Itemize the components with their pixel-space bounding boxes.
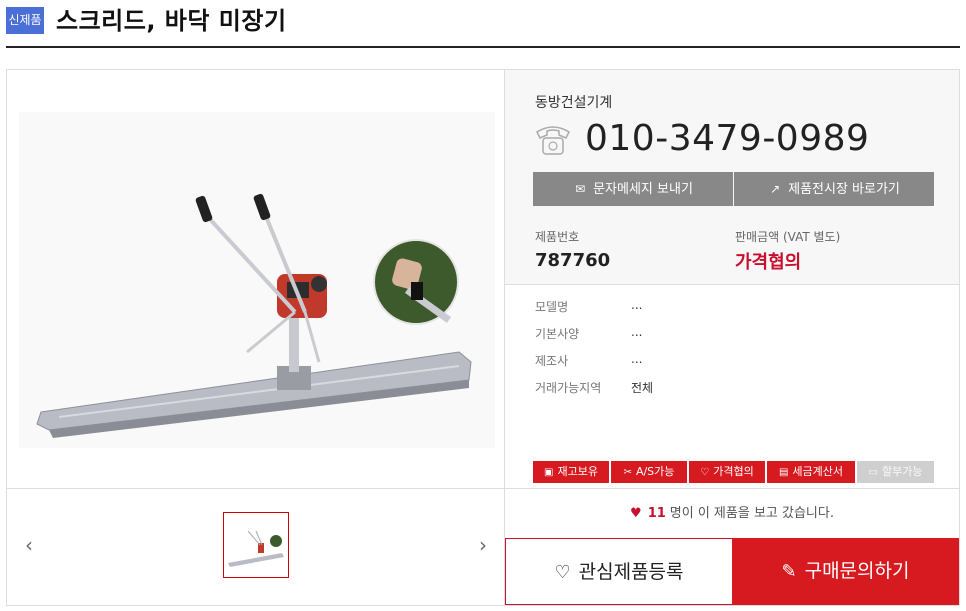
product-number: 787760: [535, 250, 611, 271]
tag-label: 할부가능: [881, 465, 923, 478]
product-info-pane: 동방건설기계 010-3479-0989 ✉ 문자메세지 보내기 ↗ 제품전시장 바…: [505, 70, 959, 605]
tag-label: 가격협의: [713, 465, 754, 478]
chevron-right-icon[interactable]: ›: [471, 533, 495, 557]
external-link-icon: ↗: [770, 182, 781, 196]
spec-row-region: 거래가능지역 전체: [535, 379, 935, 406]
spec-row-basic: 기본사양 ...: [535, 325, 935, 352]
send-sms-label: 문자메세지 보내기: [593, 182, 693, 197]
title-bar: 신제품 스크리드, 바닥 미장기: [6, 0, 960, 48]
seller-info: 동방건설기계 010-3479-0989 ✉ 문자메세지 보내기 ↗ 제품전시장 바…: [505, 70, 959, 285]
spec-value: ...: [631, 352, 643, 366]
edit-icon: ✎: [781, 561, 797, 582]
showroom-link-button[interactable]: ↗ 제품전시장 바로가기: [734, 172, 934, 206]
handshake-icon: ♡: [700, 467, 710, 478]
spec-label: 기본사양: [535, 327, 580, 341]
spec-value: 전체: [631, 381, 654, 395]
tag-as-available: ✂ A/S가능: [611, 461, 687, 483]
card-icon: ▭: [868, 467, 878, 478]
tag-price-negotiable: ♡ 가격협의: [689, 461, 765, 483]
tag-label: A/S가능: [635, 465, 675, 478]
new-product-badge: 신제품: [6, 7, 44, 34]
tag-tax-invoice: ▤ 세금계산서: [767, 461, 855, 483]
price-label: 판매금액 (VAT 별도): [735, 230, 841, 244]
tag-in-stock: ▣ 재고보유: [533, 461, 609, 483]
thumbnail-strip: ‹ ›: [7, 488, 505, 605]
view-count: ♥ 11 명이 이 제품을 보고 갔습니다.: [505, 488, 959, 538]
phone-number[interactable]: 010-3479-0989: [585, 118, 869, 159]
tag-label: 세금계산서: [792, 465, 844, 478]
spec-value: ...: [631, 325, 643, 339]
price-value: 가격협의: [735, 252, 802, 273]
product-number-label: 제품번호: [535, 230, 580, 244]
thumbnail-1[interactable]: [223, 512, 289, 578]
tag-installment: ▭ 할부가능: [857, 461, 934, 483]
spec-row-model: 모델명 ...: [535, 298, 935, 325]
screed-machine-illustration: [36, 193, 472, 438]
box-icon: ▣: [544, 467, 554, 478]
company-name: 동방건설기계: [535, 95, 613, 111]
add-to-wishlist-button[interactable]: ♡ 관심제품등록: [505, 538, 733, 605]
spec-label: 거래가능지역: [535, 381, 602, 395]
inquiry-label: 구매문의하기: [804, 560, 910, 582]
telephone-icon: [536, 126, 570, 155]
product-image-pane: [7, 70, 505, 488]
envelope-icon: ✉: [575, 182, 586, 196]
spec-label: 제조사: [535, 354, 569, 368]
tag-label: 재고보유: [557, 465, 598, 478]
view-count-text: 명이 이 제품을 보고 갔습니다.: [669, 506, 834, 521]
send-sms-button[interactable]: ✉ 문자메세지 보내기: [533, 172, 733, 206]
showroom-label: 제품전시장 바로가기: [788, 182, 900, 197]
product-box: ‹ › 동방건설기계 010-3479-0989 ✉ 문자메세지 보내기 ↗ 제…: [6, 69, 960, 606]
heart-icon: ♥: [630, 506, 642, 521]
view-count-number: 11: [647, 506, 666, 521]
tools-icon: ✂: [623, 467, 632, 478]
receipt-icon: ▤: [778, 467, 789, 478]
heart-outline-icon: ♡: [554, 562, 571, 583]
wishlist-label: 관심제품등록: [578, 561, 684, 583]
spec-row-maker: 제조사 ...: [535, 352, 935, 379]
spec-list: 모델명 ... 기본사양 ... 제조사 ... 거래가능지역 전체: [535, 298, 935, 406]
chevron-left-icon[interactable]: ‹: [17, 533, 41, 557]
spec-label: 모델명: [535, 300, 569, 314]
spec-value: ...: [631, 298, 643, 312]
purchase-inquiry-button[interactable]: ✎ 구매문의하기: [732, 538, 959, 605]
thumbnail-image: [228, 530, 284, 567]
page-title: 스크리드, 바닥 미장기: [56, 7, 287, 35]
product-main-image[interactable]: [19, 112, 495, 448]
